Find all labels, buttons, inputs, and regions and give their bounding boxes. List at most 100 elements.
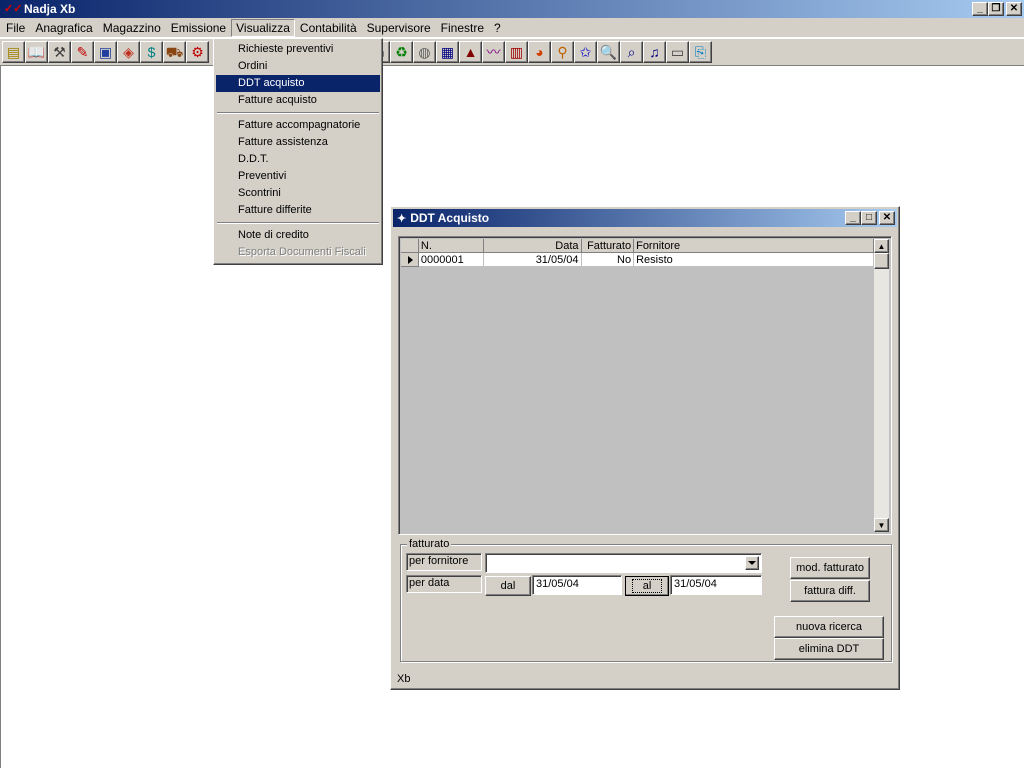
- al-button[interactable]: al: [625, 576, 669, 596]
- menu-contabilita[interactable]: Contabilità: [295, 19, 362, 37]
- row-indicator: [401, 253, 419, 267]
- menu-finestre-label: Finestre: [440, 20, 485, 35]
- window-icon: ✦: [397, 212, 407, 225]
- truck-icon[interactable]: ⛟: [163, 41, 186, 63]
- col-header-data[interactable]: Data: [484, 239, 582, 253]
- current-row-arrow-icon: [408, 256, 413, 264]
- menu-contabilita-label: Contabilità: [299, 20, 357, 35]
- col-header-n[interactable]: N.: [418, 239, 485, 253]
- app-titlebar: ✓✓ Nadja Xb _ ❐ ✕: [0, 0, 1024, 18]
- star-icon[interactable]: ✩: [574, 41, 597, 63]
- menu-item-note-di-credito[interactable]: Note di credito: [216, 227, 380, 244]
- child-minimize-button[interactable]: _: [845, 211, 861, 225]
- close-button[interactable]: ✕: [1006, 2, 1022, 16]
- child-close-button[interactable]: ✕: [879, 211, 895, 225]
- cell-fornitore[interactable]: Resisto: [634, 253, 874, 267]
- app-window-controls: _ ❐ ✕: [972, 2, 1022, 16]
- menu-visualizza-label: Visualizza: [236, 20, 290, 35]
- chart-icon[interactable]: ▦: [436, 41, 459, 63]
- child-maximize-button[interactable]: □: [861, 211, 877, 225]
- user-search-icon[interactable]: ⚲: [551, 41, 574, 63]
- menu-item-ordini[interactable]: Ordini: [216, 58, 380, 75]
- folders-icon[interactable]: ▭: [666, 41, 689, 63]
- elimina-ddt-button[interactable]: elimina DDT: [774, 638, 884, 660]
- per-data-label: per data: [406, 575, 482, 593]
- disk-icon[interactable]: ◍: [413, 41, 436, 63]
- trend-icon[interactable]: 〰: [482, 41, 505, 63]
- hammer-icon[interactable]: ⚒: [48, 41, 71, 63]
- groupbox-legend: fatturato: [407, 538, 452, 550]
- package-icon[interactable]: ▣: [94, 41, 117, 63]
- minimize-button[interactable]: _: [972, 2, 988, 16]
- menu-item-ddt-acquisto[interactable]: DDT acquisto: [216, 75, 380, 92]
- child-window-controls: _ □ ✕: [845, 211, 895, 225]
- menu-file[interactable]: File: [1, 19, 30, 37]
- menu-item-richieste-preventivi[interactable]: Richieste preventivi: [216, 41, 380, 58]
- pencil-icon[interactable]: ✎: [71, 41, 94, 63]
- cell-data[interactable]: 31/05/04: [484, 253, 582, 267]
- cell-fatturato[interactable]: No: [581, 253, 635, 267]
- scroll-up-arrow-icon[interactable]: ▲: [874, 239, 889, 253]
- menu-visualizza[interactable]: Visualizza: [231, 18, 295, 37]
- dal-date-input[interactable]: 31/05/04: [532, 575, 622, 595]
- al-button-label: al: [631, 579, 663, 593]
- money-icon[interactable]: $: [140, 41, 163, 63]
- menu-item-preventivi[interactable]: Preventivi: [216, 168, 380, 185]
- app-title: Nadja Xb: [24, 2, 76, 16]
- fattura-diff-button[interactable]: fattura diff.: [790, 580, 870, 602]
- visualizza-dropdown: Richieste preventivi Ordini DDT acquisto…: [213, 38, 383, 265]
- table-row[interactable]: 0000001 31/05/04 No Resisto: [401, 253, 874, 267]
- grid-indicator-header: [401, 239, 419, 253]
- graph-icon[interactable]: ▥: [505, 41, 528, 63]
- col-header-fatturato[interactable]: Fatturato: [581, 239, 635, 253]
- menu-help[interactable]: ?: [489, 19, 506, 37]
- al-date-input[interactable]: 31/05/04: [670, 575, 762, 595]
- menu-item-fatture-differite[interactable]: Fatture differite: [216, 202, 380, 219]
- menu-anagrafica-label: Anagrafica: [35, 20, 93, 35]
- scroll-down-arrow-icon[interactable]: ▼: [874, 518, 889, 532]
- pie-icon[interactable]: ◕: [528, 41, 551, 63]
- music-icon[interactable]: ♫: [643, 41, 666, 63]
- menu-item-fatture-accompagnatorie[interactable]: Fatture accompagnatorie: [216, 117, 380, 134]
- book-icon[interactable]: 📖: [25, 41, 48, 63]
- menu-finestre[interactable]: Finestre: [436, 19, 489, 37]
- search-doc-icon[interactable]: ⌕: [620, 41, 643, 63]
- menu-item-fatture-acquisto[interactable]: Fatture acquisto: [216, 92, 380, 109]
- cell-n[interactable]: 0000001: [418, 253, 485, 267]
- dal-button[interactable]: dal: [485, 576, 531, 596]
- app-logo-icon: ✓✓: [4, 3, 23, 15]
- menu-anagrafica[interactable]: Anagrafica: [30, 19, 97, 37]
- factory-icon[interactable]: ▲: [459, 41, 482, 63]
- status-text: Xb: [397, 673, 411, 685]
- grid-vertical-scrollbar[interactable]: ▲ ▼: [874, 239, 889, 532]
- recycle-icon[interactable]: ♻: [390, 41, 413, 63]
- bike-icon[interactable]: ⚙: [186, 41, 209, 63]
- nuova-ricerca-button[interactable]: nuova ricerca: [774, 616, 884, 638]
- per-fornitore-label: per fornitore: [406, 553, 482, 571]
- menu-emissione[interactable]: Emissione: [166, 19, 231, 37]
- zoom-icon[interactable]: 🔍: [597, 41, 620, 63]
- menu-item-ddt[interactable]: D.D.T.: [216, 151, 380, 168]
- notes-icon[interactable]: ▤: [2, 41, 25, 63]
- menu-item-fatture-assistenza[interactable]: Fatture assistenza: [216, 134, 380, 151]
- child-title: DDT Acquisto: [410, 211, 490, 225]
- menu-file-label: File: [6, 20, 26, 35]
- menu-supervisore[interactable]: Supervisore: [362, 19, 436, 37]
- menu-help-label: ?: [494, 20, 501, 35]
- fornitore-combobox[interactable]: [485, 553, 762, 573]
- child-titlebar[interactable]: ✦ DDT Acquisto _ □ ✕: [393, 209, 897, 227]
- ddt-acquisto-window: ✦ DDT Acquisto _ □ ✕ N. Data Fatturato F…: [390, 206, 900, 690]
- fatturato-groupbox: fatturato per fornitore per data dal 31/…: [400, 538, 892, 662]
- dal-button-label: dal: [500, 580, 516, 592]
- menu-magazzino[interactable]: Magazzino: [98, 19, 166, 37]
- ddt-grid: N. Data Fatturato Fornitore 0000001 31/0…: [398, 236, 892, 535]
- restore-button[interactable]: ❐: [988, 2, 1004, 16]
- grid-header-row: N. Data Fatturato Fornitore: [401, 239, 874, 253]
- scroll-thumb[interactable]: [874, 253, 889, 269]
- printer-color-icon[interactable]: ⎘: [689, 41, 712, 63]
- box-icon[interactable]: ◈: [117, 41, 140, 63]
- col-header-fornitore[interactable]: Fornitore: [634, 239, 874, 253]
- mod-fatturato-button[interactable]: mod. fatturato: [790, 557, 870, 579]
- chevron-down-icon[interactable]: [745, 556, 759, 570]
- menu-item-scontrini[interactable]: Scontrini: [216, 185, 380, 202]
